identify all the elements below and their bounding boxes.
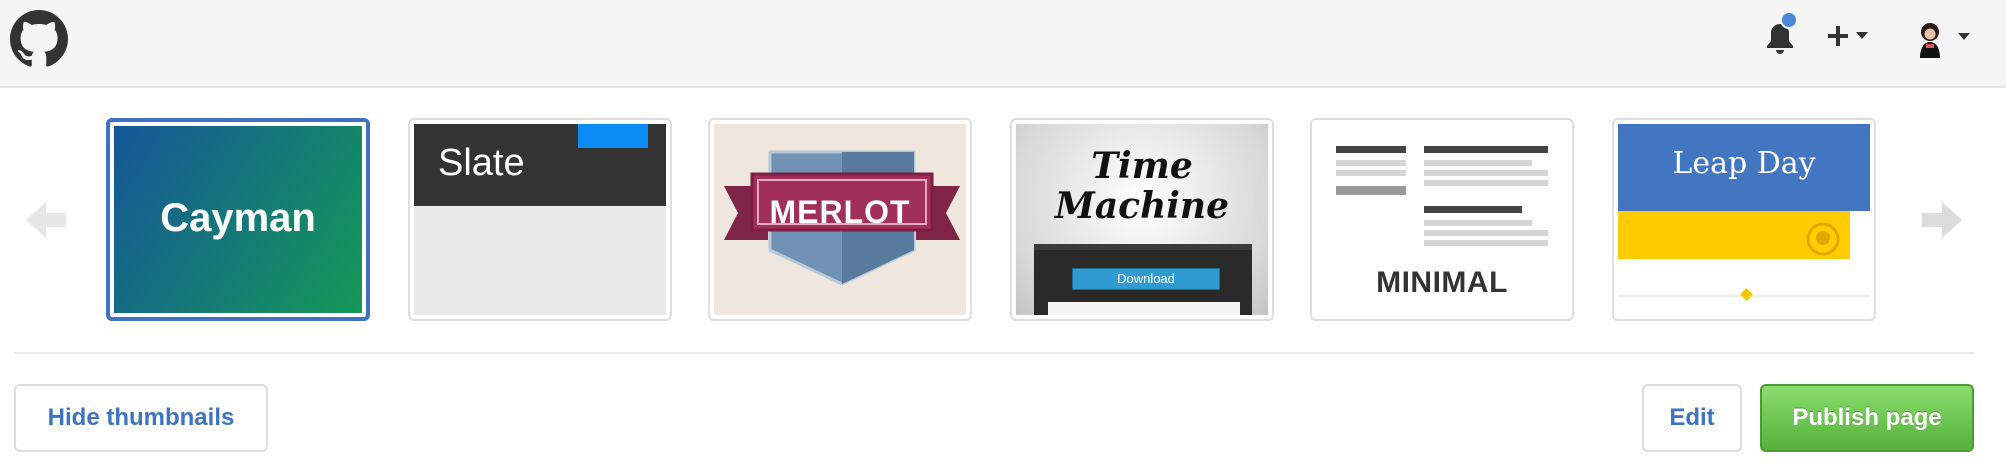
theme-thumb-minimal[interactable]: MINIMAL [1310,118,1574,321]
theme-thumb-leap-day[interactable]: Leap Day [1612,118,1876,321]
theme-thumb-cayman[interactable]: Cayman [106,118,370,321]
edit-button[interactable]: Edit [1642,384,1742,452]
time-title-line1: Time [1091,145,1193,187]
theme-name-leap-day: Leap Day [1672,146,1816,181]
minimal-line [1336,146,1406,153]
theme-thumb-slate[interactable]: Slate [408,118,672,321]
minimal-line [1336,170,1406,176]
arrow-right-icon[interactable] [1920,198,1964,242]
plus-dropdown-icon[interactable] [1824,20,1874,52]
minimal-line [1424,180,1548,186]
minimal-line [1424,220,1532,226]
user-avatar-dropdown[interactable] [1910,14,1976,60]
minimal-line [1424,146,1548,153]
minimal-line [1424,240,1548,246]
hide-thumbnails-button[interactable]: Hide thumbnails [14,384,268,452]
time-title-line2: Machine [1054,185,1230,227]
publish-page-button[interactable]: Publish page [1760,384,1974,452]
slate-body-preview [414,206,666,315]
top-header-bar [0,0,2006,88]
theme-name-minimal: MINIMAL [1376,266,1508,299]
minimal-line [1424,160,1532,166]
time-machine-footer-preview [1048,302,1240,315]
arrow-left-icon[interactable] [24,198,68,242]
minimal-line [1424,170,1548,176]
github-octocat-icon[interactable] [10,10,68,68]
time-machine-download-preview: Download [1072,268,1220,290]
minimal-line [1424,230,1548,236]
slate-accent-tab [578,124,648,148]
user-avatar-icon [1910,14,1970,60]
theme-thumb-merlot[interactable]: MERLOT [708,118,972,321]
section-divider [14,352,1974,354]
theme-thumb-time-machine[interactable]: Time Machine Download [1010,118,1274,321]
theme-name-time-machine: Time Machine [1016,146,1268,226]
theme-name-merlot: MERLOT [769,194,911,230]
minimal-line [1336,160,1406,166]
minimal-line [1424,206,1522,213]
minimal-line [1336,186,1406,195]
octocat-badge-icon [1806,222,1840,256]
notification-dot [1780,11,1798,29]
theme-name-cayman: Cayman [160,196,316,240]
theme-name-slate: Slate [438,142,525,184]
